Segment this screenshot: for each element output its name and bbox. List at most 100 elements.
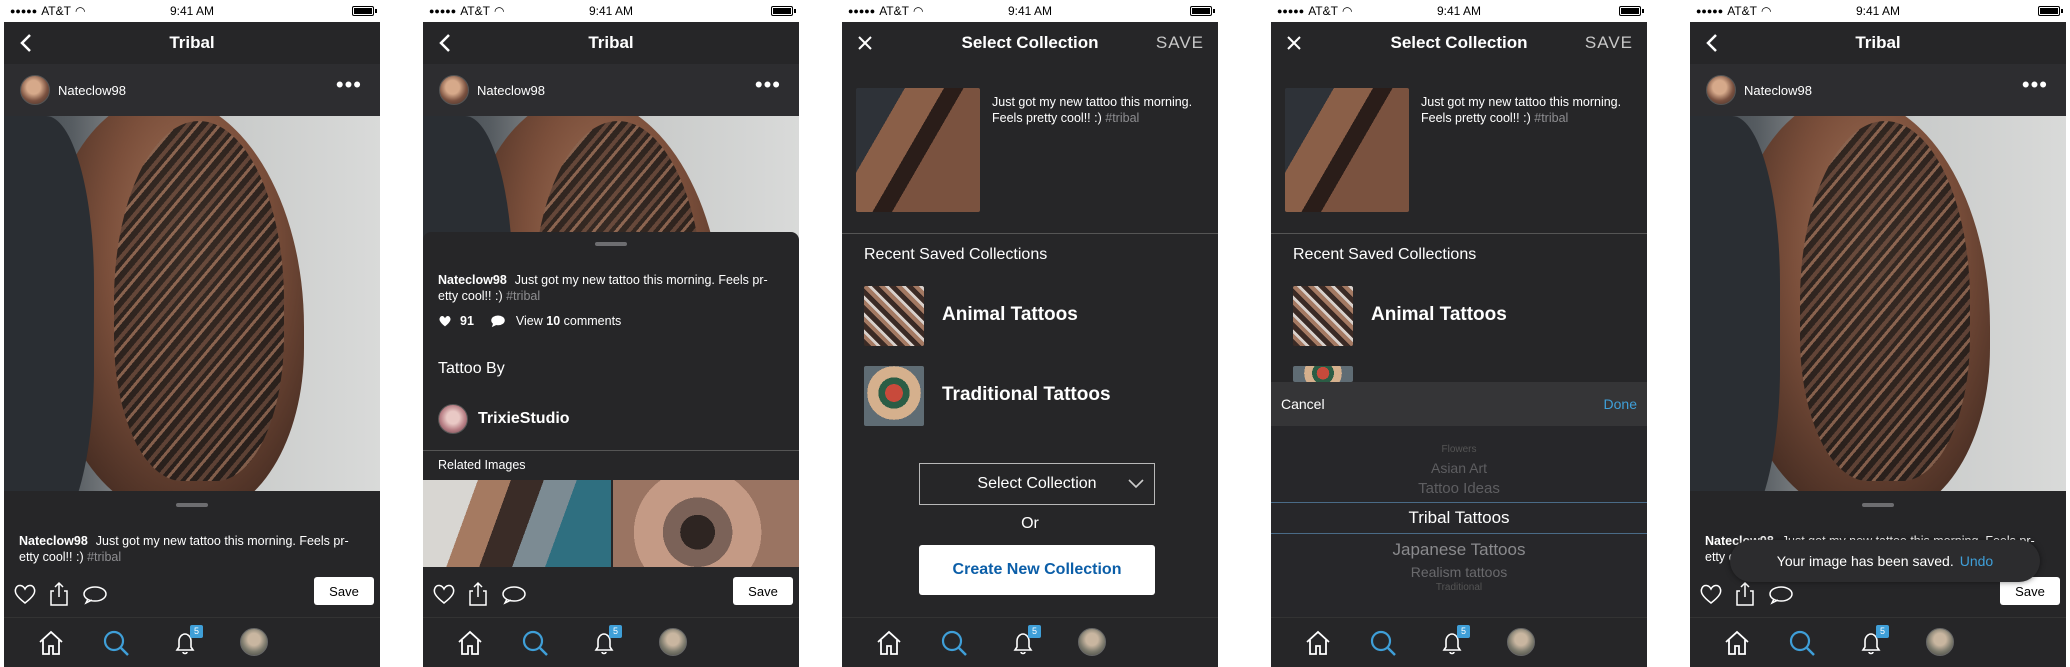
collection-item[interactable]: Animal Tattoos — [842, 286, 1218, 346]
more-options-icon[interactable]: ••• — [755, 74, 781, 96]
status-time: 9:41 AM — [169, 4, 215, 18]
notifications-tab[interactable]: 5 — [170, 625, 203, 658]
search-icon[interactable] — [1368, 628, 1398, 658]
save-button[interactable]: Save — [314, 577, 374, 605]
notifications-tab[interactable]: 5 — [1856, 625, 1889, 658]
related-image-1[interactable] — [423, 480, 611, 567]
close-icon[interactable] — [854, 32, 876, 54]
drag-handle[interactable] — [595, 242, 627, 246]
related-images — [423, 480, 799, 567]
save-action[interactable]: SAVE — [1585, 33, 1633, 53]
notifications-tab[interactable]: 5 — [589, 625, 622, 658]
save-action[interactable]: SAVE — [1156, 33, 1204, 53]
comment-filled-icon[interactable] — [490, 314, 506, 328]
drag-handle[interactable] — [176, 503, 208, 507]
post-caption: Just got my new tattoo this morning. Fee… — [1421, 95, 1622, 125]
heart-filled-icon[interactable] — [438, 314, 452, 328]
heart-icon[interactable] — [1698, 581, 1724, 607]
toast-message: Your image has been saved. — [1776, 553, 1954, 569]
author-username[interactable]: Nateclow98 — [58, 83, 126, 98]
search-icon[interactable] — [939, 628, 969, 658]
back-arrow-icon[interactable] — [1702, 32, 1724, 54]
profile-tab-avatar[interactable] — [1078, 628, 1106, 656]
profile-tab-avatar[interactable] — [1507, 628, 1535, 656]
comment-icon[interactable] — [82, 581, 108, 607]
or-label: Or — [1021, 515, 1039, 532]
hashtag-link[interactable]: #tribal — [87, 550, 121, 564]
comment-icon[interactable] — [1768, 581, 1794, 607]
picker-option[interactable]: Flowers — [1271, 444, 1647, 455]
notification-badge: 5 — [190, 625, 203, 638]
collection-thumbnail — [864, 286, 924, 346]
more-options-icon[interactable]: ••• — [2022, 74, 2048, 96]
page-title: Tribal — [1855, 33, 1901, 52]
profile-tab-avatar[interactable] — [1926, 628, 1954, 656]
post-image[interactable] — [4, 116, 380, 491]
collection-name: Traditional Tattoos — [942, 384, 1111, 405]
profile-tab-avatar[interactable] — [240, 628, 268, 656]
undo-button[interactable]: Undo — [1960, 553, 1993, 569]
picker-option[interactable]: Realism tattoos — [1271, 564, 1647, 580]
author-avatar[interactable] — [20, 75, 50, 105]
select-collection-dropdown[interactable]: Select Collection — [919, 463, 1155, 505]
caption-username[interactable]: Nateclow98 — [438, 273, 507, 287]
picker-option[interactable]: Japanese Tattoos — [1271, 540, 1647, 560]
picker-done-button[interactable]: Done — [1604, 396, 1637, 412]
hashtag-link[interactable]: #tribal — [506, 289, 540, 303]
share-icon[interactable] — [1732, 581, 1758, 607]
artist-row[interactable]: TrixieStudio — [438, 404, 570, 434]
collection-item[interactable]: Animal Tattoos — [1271, 286, 1647, 346]
search-icon[interactable] — [1787, 628, 1817, 658]
artist-name[interactable]: TrixieStudio — [478, 410, 570, 428]
hashtag-link[interactable]: #tribal — [1105, 111, 1139, 125]
home-icon[interactable] — [874, 628, 904, 658]
notifications-tab[interactable]: 5 — [1437, 625, 1470, 658]
home-icon[interactable] — [1722, 628, 1752, 658]
profile-tab-avatar[interactable] — [659, 628, 687, 656]
search-icon[interactable] — [101, 628, 131, 658]
page-title: Select Collection — [961, 33, 1099, 52]
search-icon[interactable] — [520, 628, 550, 658]
share-icon[interactable] — [46, 581, 72, 607]
collection-picker[interactable]: Cancel Done Flowers Asian Art Tattoo Ide… — [1271, 382, 1647, 617]
home-icon[interactable] — [36, 628, 66, 658]
collection-item[interactable]: Traditional Tattoos — [842, 366, 1218, 426]
status-bar: ●●●●● AT&T ◠ 9:41 AM — [842, 0, 1218, 22]
tab-bar: 5 — [423, 617, 799, 667]
save-button[interactable]: Save — [733, 577, 793, 605]
home-icon[interactable] — [455, 628, 485, 658]
comment-icon[interactable] — [501, 581, 527, 607]
battery-icon — [771, 6, 796, 16]
back-arrow-icon[interactable] — [16, 32, 38, 54]
view-comments-link[interactable]: View 10 comments — [516, 314, 621, 328]
close-icon[interactable] — [1283, 32, 1305, 54]
drag-handle[interactable] — [1862, 503, 1894, 507]
post-image[interactable] — [1690, 116, 2066, 491]
more-options-icon[interactable]: ••• — [336, 74, 362, 96]
picker-option[interactable]: Asian Art — [1271, 460, 1647, 476]
create-collection-button[interactable]: Create New Collection — [919, 545, 1155, 595]
notifications-tab[interactable]: 5 — [1008, 625, 1041, 658]
related-image-2[interactable] — [613, 480, 799, 567]
picker-cancel-button[interactable]: Cancel — [1281, 396, 1325, 412]
hashtag-link[interactable]: #tribal — [1534, 111, 1568, 125]
share-icon[interactable] — [465, 581, 491, 607]
home-icon[interactable] — [1303, 628, 1333, 658]
artist-avatar[interactable] — [438, 404, 468, 434]
author-username[interactable]: Nateclow98 — [1744, 83, 1812, 98]
heart-icon[interactable] — [12, 581, 38, 607]
picker-option[interactable]: Tattoo Ideas — [1271, 480, 1647, 497]
heart-icon[interactable] — [431, 581, 457, 607]
recent-collections-label: Recent Saved Collections — [1293, 246, 1477, 263]
navigation-bar: Select Collection SAVE — [842, 22, 1218, 64]
post-thumbnail — [1285, 88, 1409, 212]
picker-option[interactable]: Traditional — [1271, 582, 1647, 593]
caption-username[interactable]: Nateclow98 — [19, 534, 88, 548]
author-username[interactable]: Nateclow98 — [477, 83, 545, 98]
back-arrow-icon[interactable] — [435, 32, 457, 54]
author-avatar[interactable] — [1706, 75, 1736, 105]
post-author-bar: Nateclow98 ••• — [423, 64, 799, 116]
picker-selected-option[interactable]: Tribal Tattoos — [1271, 502, 1647, 534]
author-avatar[interactable] — [439, 75, 469, 105]
battery-icon — [352, 6, 377, 16]
